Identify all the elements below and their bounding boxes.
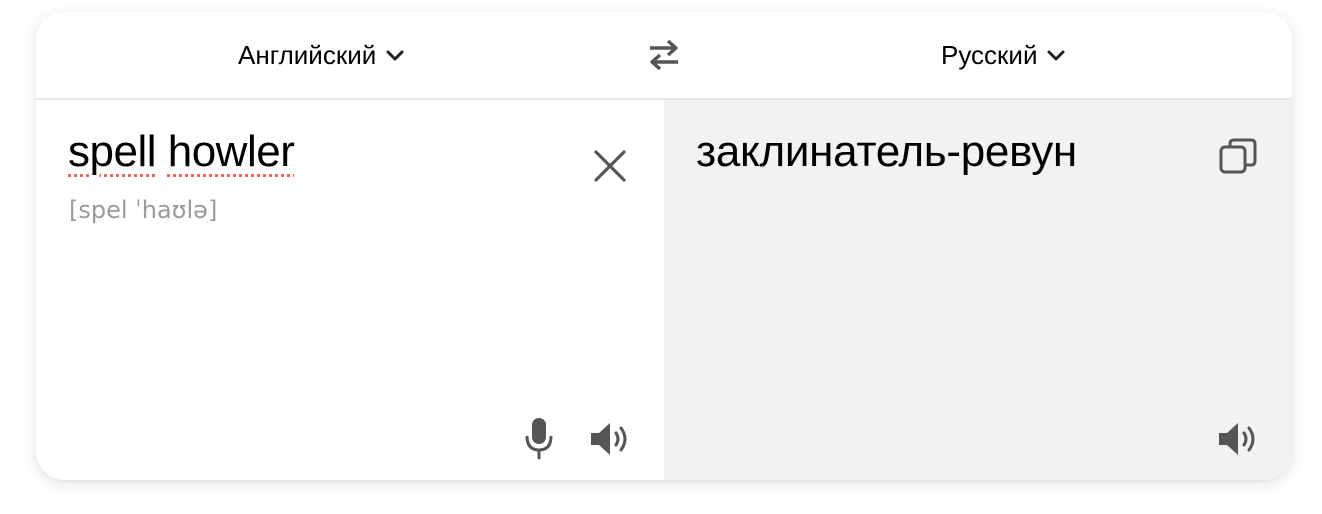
- source-language-label: Английский: [238, 39, 377, 70]
- source-word: howler: [167, 127, 295, 176]
- source-word: spell: [68, 127, 157, 176]
- translation-text: заклинатель-ревун: [696, 127, 1077, 176]
- speaker-icon[interactable]: [1217, 420, 1261, 458]
- translation-pane: заклинатель-ревун: [664, 100, 1292, 480]
- target-language-select[interactable]: Русский: [941, 12, 1067, 98]
- swap-arrows-icon[interactable]: [646, 38, 682, 72]
- chevron-down-icon: [1047, 50, 1065, 61]
- copy-icon[interactable]: [1218, 136, 1258, 176]
- transcription: [spel ˈhaʊlə]: [69, 196, 218, 224]
- target-language-label: Русский: [941, 39, 1038, 70]
- close-icon[interactable]: [592, 148, 628, 184]
- chevron-down-icon: [386, 50, 404, 61]
- source-text-input[interactable]: spell howler: [68, 126, 295, 178]
- translator-card: Английский Русский spell howler [spel ˈh…: [36, 12, 1292, 480]
- source-language-select[interactable]: Английский: [238, 12, 406, 98]
- language-bar: Английский Русский: [36, 12, 1292, 100]
- microphone-icon[interactable]: [524, 416, 554, 460]
- source-pane[interactable]: spell howler [spel ˈhaʊlə]: [36, 100, 664, 480]
- speaker-icon[interactable]: [589, 420, 633, 458]
